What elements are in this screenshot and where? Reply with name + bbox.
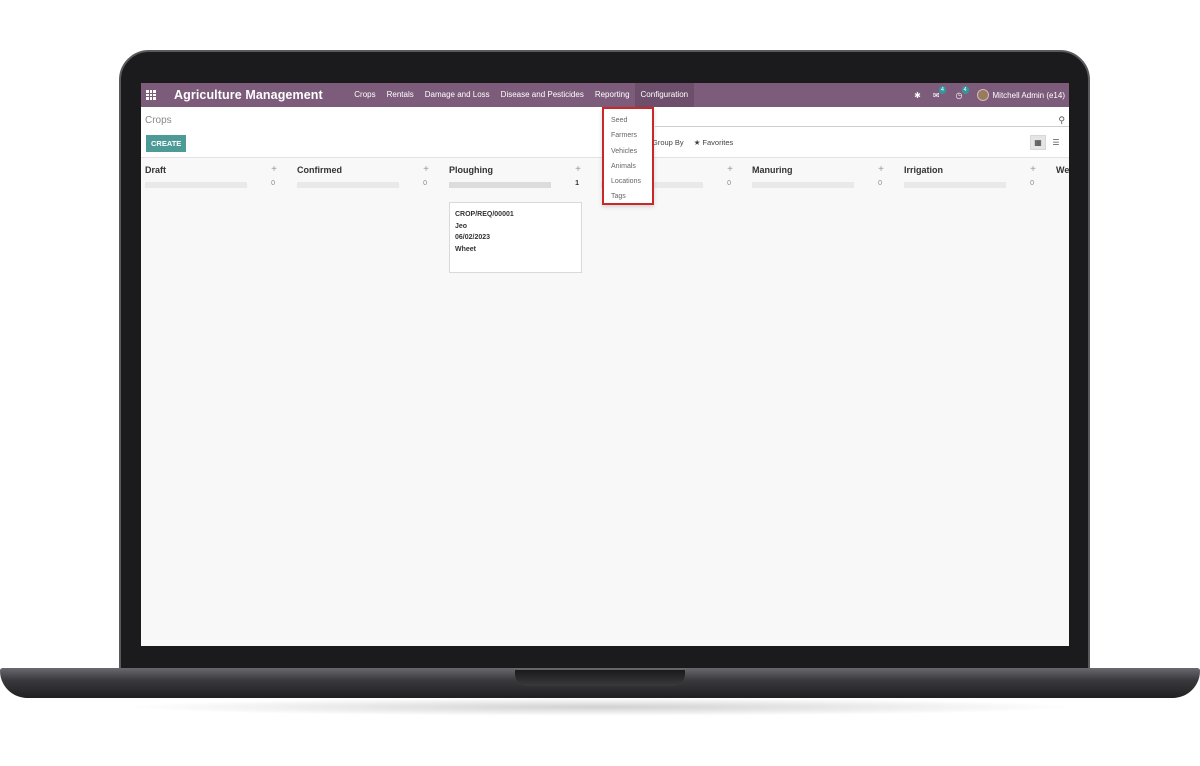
dropdown-item-animals[interactable]: Animals — [604, 159, 652, 174]
kanban-view-button[interactable]: ▦ — [1030, 135, 1046, 150]
column-progress-bar — [904, 182, 1006, 188]
menu-item-disease-and-pesticides[interactable]: Disease and Pesticides — [495, 83, 589, 107]
kanban-column-irrigation: Irrigation + 0 — [900, 159, 1040, 646]
favorites-label: Favorites — [702, 138, 734, 147]
column-count: 0 — [1030, 180, 1034, 187]
search-options: Group By ★ Favorites — [652, 138, 753, 147]
star-icon: ★ — [693, 138, 701, 147]
menu-item-rentals[interactable]: Rentals — [381, 83, 419, 107]
configuration-dropdown: Seed Farmers Vehicles Animals Locations … — [602, 107, 654, 205]
menu-item-damage-and-loss[interactable]: Damage and Loss — [419, 83, 495, 107]
quick-create-icon[interactable]: + — [1030, 164, 1036, 175]
dropdown-item-seed[interactable]: Seed — [604, 113, 652, 128]
kanban-column-hidden: + 0 — [597, 159, 737, 646]
quick-create-icon[interactable]: + — [423, 164, 429, 175]
kanban-board: Draft + 0 Confirmed + 0 Ploughing + 1 + … — [141, 159, 1069, 646]
search-input[interactable] — [655, 126, 1069, 127]
menu-item-crops[interactable]: Crops — [349, 83, 381, 107]
column-progress-bar — [297, 182, 399, 188]
breadcrumb: Crops — [145, 115, 172, 126]
column-title[interactable]: Manuring — [752, 165, 793, 175]
card-crop: Wheet — [455, 245, 476, 253]
menu-item-reporting[interactable]: Reporting — [589, 83, 635, 107]
quick-create-icon[interactable]: + — [575, 164, 581, 175]
column-title[interactable]: We — [1056, 165, 1069, 175]
kanban-column-manuring: Manuring + 0 — [748, 159, 888, 646]
laptop-shadow — [120, 698, 1080, 716]
app-screen: Agriculture Management Crops Rentals Dam… — [141, 83, 1069, 646]
quick-create-icon[interactable]: + — [727, 164, 733, 175]
column-count: 0 — [878, 180, 882, 187]
column-progress-bar — [145, 182, 247, 188]
column-count: 1 — [575, 180, 579, 187]
messages-icon[interactable]: ✉ 4 — [933, 85, 946, 100]
favorites-button[interactable]: ★ Favorites — [694, 138, 744, 147]
avatar[interactable] — [976, 89, 989, 101]
column-title[interactable]: Confirmed — [297, 165, 342, 175]
card-date: 06/02/2023 — [455, 234, 491, 242]
kanban-card[interactable]: CROP/REQ/00001 Jeo 06/02/2023 Wheet — [449, 202, 582, 273]
kanban-column-draft: Draft + 0 — [141, 159, 281, 646]
apps-grid-icon[interactable] — [146, 90, 156, 100]
dropdown-item-locations[interactable]: Locations — [604, 174, 652, 189]
column-title[interactable]: Irrigation — [904, 165, 943, 175]
card-farmer: Jeo — [455, 222, 468, 230]
column-count: 0 — [271, 180, 275, 187]
column-title[interactable]: Ploughing — [449, 165, 493, 175]
menu-item-configuration[interactable]: Configuration — [635, 83, 694, 107]
systray: ✱ ✉ 4 ◷ 4 Mitchell Admin (e14) — [902, 83, 1065, 107]
card-reference: CROP/REQ/00001 — [455, 211, 514, 218]
bug-icon[interactable]: ✱ — [914, 91, 921, 100]
activities-icon[interactable]: ◷ 4 — [956, 85, 969, 100]
kanban-column-confirmed: Confirmed + 0 — [293, 159, 433, 646]
group-by-button[interactable]: Group By — [652, 138, 684, 147]
laptop-notch — [515, 670, 685, 686]
column-count: 0 — [423, 180, 427, 187]
column-progress-bar — [752, 182, 854, 188]
column-progress-bar — [449, 182, 551, 188]
column-title[interactable]: Draft — [145, 165, 166, 175]
column-count: 0 — [727, 180, 731, 187]
search-icon[interactable]: ⚲ — [1058, 115, 1065, 126]
app-title[interactable]: Agriculture Management — [174, 88, 323, 102]
dropdown-item-tags[interactable]: Tags — [604, 189, 652, 204]
activities-badge: 4 — [961, 85, 969, 94]
main-menu: Crops Rentals Damage and Loss Disease an… — [349, 83, 694, 107]
kanban-column-partial: We — [1052, 159, 1069, 646]
quick-create-icon[interactable]: + — [878, 164, 884, 175]
messages-badge: 4 — [938, 85, 946, 94]
list-view-button[interactable]: ☰ — [1049, 135, 1063, 150]
dropdown-item-farmers[interactable]: Farmers — [604, 128, 652, 143]
user-name[interactable]: Mitchell Admin (e14) — [993, 91, 1065, 100]
create-button[interactable]: CREATE — [146, 135, 187, 152]
dropdown-item-vehicles[interactable]: Vehicles — [604, 144, 652, 159]
top-navbar: Agriculture Management Crops Rentals Dam… — [141, 83, 1069, 107]
quick-create-icon[interactable]: + — [271, 164, 277, 175]
